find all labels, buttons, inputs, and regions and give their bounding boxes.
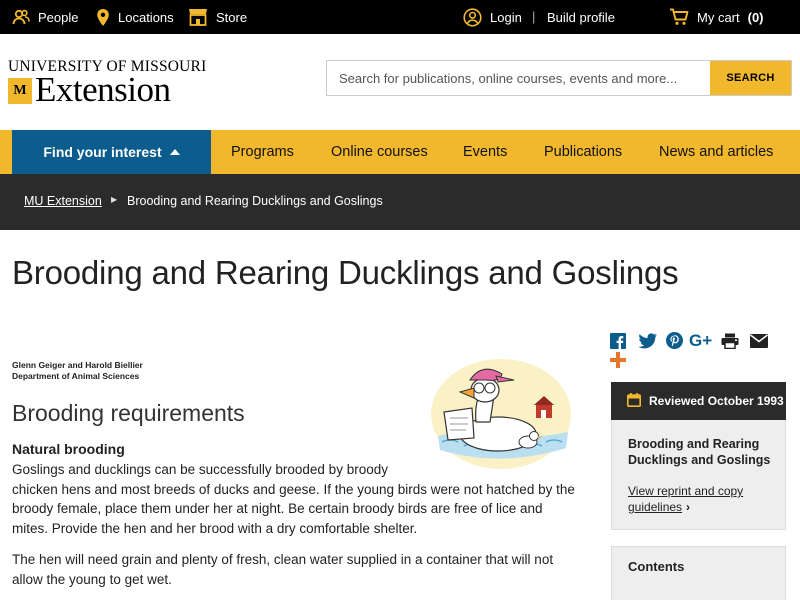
reprint-guidelines-link[interactable]: View reprint and copy guidelines › xyxy=(628,483,778,515)
subheading-natural-brooding: Natural brooding xyxy=(12,441,125,457)
main-nav: Find your interest Programs Online cours… xyxy=(0,130,800,174)
email-icon[interactable] xyxy=(750,334,768,348)
calendar-icon xyxy=(627,392,641,410)
build-profile-link[interactable]: Build profile xyxy=(547,0,615,34)
search-form: SEARCH xyxy=(326,60,792,96)
people-link[interactable]: People xyxy=(12,0,78,34)
nav-programs[interactable]: Programs xyxy=(231,130,294,174)
author-department: Department of Animal Sciences xyxy=(12,371,140,381)
breadcrumb-current: Brooding and Rearing Ducklings and Gosli… xyxy=(127,194,383,208)
store-label: Store xyxy=(216,9,248,25)
topbar-separator: | xyxy=(532,9,536,24)
store-icon xyxy=(188,8,208,26)
facebook-icon[interactable] xyxy=(610,333,626,349)
login-link[interactable]: Login xyxy=(463,0,522,34)
store-link[interactable]: Store xyxy=(188,0,247,34)
people-icon xyxy=(12,8,30,26)
cart-label: My cart xyxy=(697,9,740,25)
publication-title: Brooding and Rearing Ducklings and Gosli… xyxy=(628,437,771,467)
find-your-interest-button[interactable]: Find your interest xyxy=(12,130,211,174)
article-authors: Glenn Geiger and Harold Biellier Departm… xyxy=(12,360,143,382)
nav-publications[interactable]: Publications xyxy=(544,130,622,174)
breadcrumb-mu-extension[interactable]: MU Extension xyxy=(24,194,102,208)
paragraph-hen-feeding: The hen will need grain and plenty of fr… xyxy=(12,552,554,587)
logo-mu-mark: M xyxy=(8,78,32,104)
build-profile-label: Build profile xyxy=(547,9,615,25)
paragraph-natural-brooding: Goslings and ducklings can be successful… xyxy=(12,460,578,538)
mu-extension-logo[interactable]: UNIVERSITY OF MISSOURI M Extension xyxy=(8,58,206,109)
user-circle-icon xyxy=(463,7,482,27)
search-input[interactable] xyxy=(327,61,710,95)
twitter-icon[interactable] xyxy=(638,333,658,349)
paragraph-text: chicken hens and most breeds of ducks an… xyxy=(12,481,575,536)
top-utility-bar: People Locations Store Login | Build pro… xyxy=(0,0,800,34)
duck-illustration xyxy=(431,359,571,469)
caret-up-icon xyxy=(169,149,180,155)
breadcrumb: MU Extension ▶ Brooding and Rearing Duck… xyxy=(0,174,800,230)
login-label: Login xyxy=(490,9,522,25)
people-label: People xyxy=(38,9,79,25)
section-heading-brooding-requirements: Brooding requirements xyxy=(12,400,245,426)
contents-heading: Contents xyxy=(628,559,685,574)
paragraph-line: Goslings and ducklings can be successful… xyxy=(12,462,388,477)
share-bar: G+ xyxy=(610,330,790,370)
breadcrumb-arrow-icon: ▶ xyxy=(111,195,118,204)
locations-label: Locations xyxy=(118,9,174,25)
site-header: UNIVERSITY OF MISSOURI M Extension SEARC… xyxy=(0,34,800,130)
more-share-icon[interactable] xyxy=(610,352,626,368)
cart-count: (0) xyxy=(747,9,764,25)
nav-online-courses[interactable]: Online courses xyxy=(331,130,428,174)
pinterest-icon[interactable] xyxy=(666,332,683,349)
reviewed-date-banner: Reviewed October 1993 xyxy=(611,382,786,420)
chevron-right-icon: › xyxy=(686,500,691,514)
cart-link[interactable]: My cart (0) xyxy=(669,0,764,34)
nav-events[interactable]: Events xyxy=(463,130,507,174)
cart-icon xyxy=(669,8,689,26)
search-button[interactable]: SEARCH xyxy=(710,61,791,95)
publication-info-card: Brooding and Rearing Ducklings and Gosli… xyxy=(611,420,786,530)
locations-link[interactable]: Locations xyxy=(96,0,174,34)
logo-extension-text: Extension xyxy=(35,70,171,109)
find-your-interest-label: Find your interest xyxy=(43,144,162,160)
nav-news-and-articles[interactable]: News and articles xyxy=(659,130,773,174)
google-plus-icon[interactable]: G+ xyxy=(689,331,715,349)
location-pin-icon xyxy=(96,8,110,27)
print-icon[interactable] xyxy=(721,333,739,349)
author-names: Glenn Geiger and Harold Biellier xyxy=(12,360,143,370)
reviewed-date-text: Reviewed October 1993 xyxy=(649,394,784,408)
page-title: Brooding and Rearing Ducklings and Gosli… xyxy=(12,254,679,291)
svg-text:G+: G+ xyxy=(689,331,712,349)
contents-card[interactable]: Contents xyxy=(611,546,786,600)
